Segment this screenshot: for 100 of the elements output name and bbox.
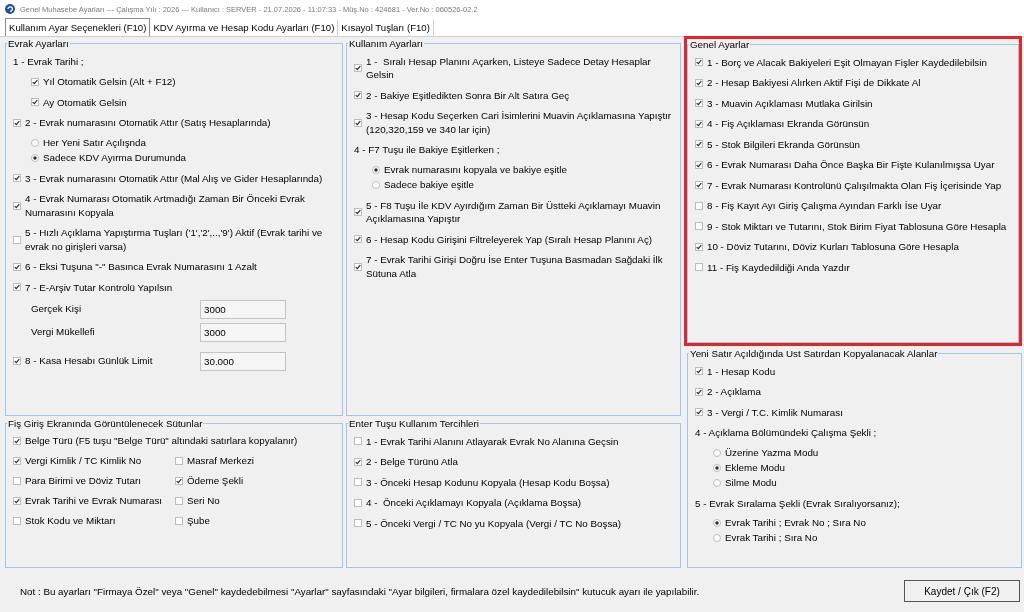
option-label: Evrak Tarihi ; Sıra No — [725, 531, 818, 545]
checkbox[interactable] — [354, 262, 362, 271]
section-label: 4 - F7 Tuşu ile Bakiye Eşitlerken ; — [354, 143, 500, 157]
radio-button[interactable] — [31, 138, 39, 147]
checkbox[interactable] — [13, 477, 21, 485]
checkbox[interactable] — [695, 58, 703, 67]
checkbox[interactable] — [695, 367, 703, 376]
checkbox[interactable] — [354, 437, 362, 446]
option-label: 1 - Evrak Tarihi Alanını Atlayarak Evrak No Alanına Geçsin — [366, 434, 619, 448]
checkbox[interactable] — [13, 174, 21, 183]
radio-button[interactable] — [372, 180, 380, 189]
option-label: Ekleme Modu — [725, 460, 785, 475]
option-label: Silme Modu — [725, 475, 777, 490]
option-label: Şube — [187, 514, 210, 528]
checkbox[interactable] — [695, 263, 703, 272]
checkbox[interactable] — [13, 517, 21, 525]
checkbox[interactable] — [695, 78, 703, 87]
tab[interactable]: Kullanım Ayar Seçenekleri (F10) — [5, 18, 151, 36]
option-label: Yıl Otomatik Gelsin (Alt + F12) — [43, 75, 176, 89]
input-field[interactable]: 3000 — [200, 322, 286, 342]
group-title: Genel Ayarlar — [689, 39, 751, 50]
option-label: 8 - Kasa Hesabı Günlük Limit — [25, 354, 154, 368]
radio-button[interactable] — [713, 534, 721, 542]
option-label: 4 - Fiş Açıklaması Ekranda Görünsün — [707, 117, 870, 131]
radio-button[interactable] — [372, 165, 380, 174]
radio-button[interactable] — [713, 478, 721, 487]
checkbox[interactable] — [354, 457, 362, 466]
checkbox[interactable] — [13, 357, 21, 365]
checkbox[interactable] — [354, 118, 362, 127]
option-label: Seri No — [187, 494, 220, 508]
option-label: 9 - Stok Miktarı ve Tutarını, Stok Birim Fiyat Tablosuna Göre Hesapla — [707, 219, 1007, 233]
option-label: Para Birimi ve Döviz Tutarı — [25, 474, 141, 488]
option-label: 8 - Fiş Kayıt Ayı Giriş Çalışma Ayından Farklı İse Uyar — [707, 199, 942, 213]
option-label: 2 - Açıklama — [707, 385, 761, 399]
option-label: 4 - Önceki Açıklamayı Kopyala (Açıklama Boşsa) — [366, 496, 582, 510]
checkbox[interactable] — [354, 91, 362, 100]
checkbox[interactable] — [354, 208, 362, 216]
section-label: 5 - Evrak Sıralama Şekli (Evrak Sıralıyorsanız); — [695, 496, 900, 510]
checkbox[interactable] — [695, 387, 703, 396]
checkbox[interactable] — [695, 181, 703, 190]
checkbox[interactable] — [695, 222, 703, 231]
option-label: 3 - Evrak numarasını Otomatik Attır (Mal Alış ve Gider Hesaplarında) — [25, 171, 323, 185]
checkbox[interactable] — [354, 64, 362, 72]
option-label: 2 - Bakiye Eşitledikten Sonra Bir Alt Satıra Geç — [366, 88, 570, 102]
radio-button[interactable] — [713, 463, 721, 472]
checkbox[interactable] — [175, 457, 183, 465]
group-title: Kullanım Ayarları — [348, 38, 424, 49]
radio-button[interactable] — [713, 448, 721, 457]
input-field[interactable]: 3000 — [200, 299, 286, 319]
save-exit-button[interactable]: Kaydet / Çık (F2) — [904, 580, 1020, 602]
option-label: 6 - Hesap Kodu Girişini Filtreleyerek Yap (Sıralı Hesap Planını Aç) — [366, 232, 653, 246]
checkbox[interactable] — [354, 498, 362, 507]
option-label: 5 - Stok Bilgileri Ekranda Görünsün — [707, 137, 860, 151]
option-label: 2 - Evrak numarasını Otomatik Attır (Satış Hesaplarında) — [25, 116, 271, 130]
option-label: 11 - Fiş Kaydedildiği Anda Yazdır — [707, 260, 850, 274]
app-icon — [5, 4, 15, 14]
option-label: 3 - Önceki Hesap Kodunu Kopyala (Hesap Kodu Boşsa) — [366, 475, 610, 489]
option-label: Ay Otomatik Gelsin — [43, 95, 127, 109]
checkbox[interactable] — [13, 118, 21, 127]
checkbox[interactable] — [13, 262, 21, 271]
option-label: 2 - Belge Türünü Atla — [366, 455, 458, 469]
checkbox[interactable] — [13, 235, 21, 244]
checkbox[interactable] — [13, 437, 21, 445]
group-title: Fiş Giriş Ekranında Görüntülenecek Sütunlar — [7, 418, 204, 429]
option-label: 5 - Önceki Vergi / TC No yu Kopyala (Vergi / TC No Boşsa) — [366, 516, 621, 530]
option-label: Ödeme Şekli — [187, 474, 244, 488]
input-field[interactable]: 30.000 — [200, 351, 286, 371]
checkbox[interactable] — [354, 235, 362, 244]
checkbox[interactable] — [13, 457, 21, 465]
checkbox[interactable] — [695, 408, 703, 417]
checkbox[interactable] — [354, 519, 362, 528]
checkbox[interactable] — [13, 283, 21, 292]
checkbox[interactable] — [695, 140, 703, 149]
option-label: 2 - Hesap Bakiyesi Alırken Aktif Fişi de Dikkate Al — [707, 76, 921, 90]
radio-button[interactable] — [713, 519, 721, 527]
checkbox[interactable] — [175, 517, 183, 525]
option-label: Vergi Kimlik / TC Kimlik No — [25, 454, 142, 468]
checkbox[interactable] — [695, 99, 703, 108]
option-label: 3 - Muavin Açıklaması Mutlaka Girilsin — [707, 96, 873, 110]
checkbox[interactable] — [31, 98, 39, 107]
checkbox[interactable] — [175, 477, 183, 485]
checkbox[interactable] — [695, 160, 703, 169]
option-label: 1 - Sıralı Hesap Planını Açarken, Listeye Sadece Detay Hesaplar Gelsin — [366, 54, 652, 82]
checkbox[interactable] — [695, 242, 703, 251]
option-label: 6 - Eksi Tuşuna "-" Basınca Evrak Numarasını 1 Azalt — [25, 260, 257, 274]
checkbox[interactable] — [175, 497, 183, 505]
option-label: Üzerine Yazma Modu — [725, 445, 819, 460]
radio-button[interactable] — [31, 153, 39, 162]
group-title: Enter Tuşu Kullanım Tercihleri — [348, 418, 480, 429]
checkbox[interactable] — [354, 478, 362, 487]
checkbox[interactable] — [31, 77, 39, 86]
option-label: 10 - Döviz Tutarını, Döviz Kurları Tablosuna Göre Hesapla — [707, 240, 959, 254]
checkbox[interactable] — [13, 497, 21, 505]
checkbox[interactable] — [13, 201, 21, 210]
option-label: Masraf Merkezi — [187, 454, 254, 468]
section-label: 1 - Evrak Tarihi ; — [13, 54, 84, 68]
option-label: Evrak Tarihi ; Evrak No ; Sıra No — [725, 516, 866, 530]
field-label: Vergi Mükellefi — [31, 325, 96, 339]
checkbox[interactable] — [695, 201, 703, 210]
checkbox[interactable] — [695, 119, 703, 128]
